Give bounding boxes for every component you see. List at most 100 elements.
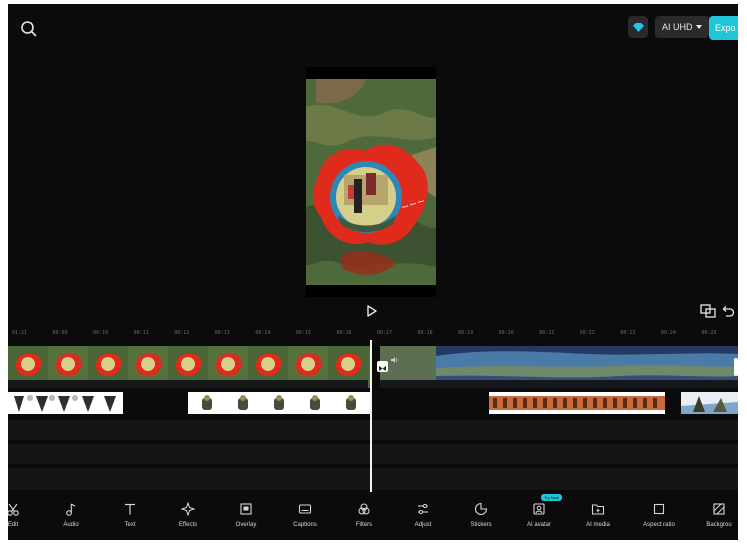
tool-audio[interactable]: Audio	[44, 502, 98, 528]
overlay-clip-thumbnails	[681, 392, 738, 414]
overlay-clip-thumbnails	[489, 392, 665, 414]
tool-filters[interactable]: Filters	[337, 502, 391, 528]
speaker-glyph	[391, 357, 398, 363]
overlay-clip-4[interactable]	[681, 392, 738, 414]
tool-ai-media[interactable]: AI media	[571, 502, 625, 528]
tool-stickers[interactable]: Stickers	[454, 502, 508, 528]
tool-adjust[interactable]: Adjust	[396, 502, 450, 528]
overlay-clip-2[interactable]	[188, 392, 370, 414]
ai-media-icon	[591, 504, 605, 515]
clip-frame-thumbnail	[168, 346, 208, 388]
tool-label: Overlay	[235, 522, 257, 528]
clip-frame-thumbnail	[48, 346, 88, 388]
ruler-tick-label: 00:10	[93, 330, 109, 336]
sparkle-icon	[181, 502, 195, 516]
tool-ai-avatar[interactable]: AI avatar	[512, 502, 566, 528]
ruler-tick-label: 00:12	[174, 330, 190, 336]
ai-avatar-icon	[533, 503, 545, 515]
tool-label: AI media	[586, 522, 610, 528]
tool-overlay[interactable]: Overlay	[219, 502, 273, 528]
captions-icon	[298, 504, 312, 514]
filters-icon	[358, 503, 370, 515]
gem-icon	[632, 22, 644, 32]
video-clip-thumbnails	[8, 346, 370, 388]
transition-glyph	[379, 366, 386, 371]
pip-button[interactable]	[700, 304, 716, 318]
tool-backgrou[interactable]: Backgrou	[692, 502, 738, 528]
ruler-tick-label: 00:24	[660, 330, 676, 336]
clip-frame-thumbnail	[8, 346, 48, 388]
ruler-tick-label: 00:13	[214, 330, 230, 336]
ruler-tick-label: 00:20	[498, 330, 514, 336]
video-preview[interactable]: ~~~	[306, 67, 436, 297]
ruler-tick-label: 00:21	[539, 330, 555, 336]
play-icon	[367, 305, 377, 317]
undo-button[interactable]	[721, 304, 735, 318]
ruler-tick-label: 00:18	[417, 330, 433, 336]
clip-frame-thumbnail	[128, 346, 168, 388]
overlay-clip-1[interactable]	[8, 392, 123, 414]
tool-label: Captions	[293, 522, 317, 528]
editor-app: AI UHD Expo ~~~ 01:21 00:09 00:10 00:11 …	[8, 4, 738, 540]
video-clip-1[interactable]	[8, 346, 370, 388]
tool-effects[interactable]: Effects	[161, 502, 215, 528]
picture-in-picture-icon	[700, 304, 716, 318]
video-clip-thumbnails	[380, 346, 738, 388]
tool-label: Text	[124, 522, 136, 528]
quality-label: AI UHD	[662, 22, 693, 32]
ruler-tick-label: 00:23	[620, 330, 636, 336]
transition-icon[interactable]	[377, 361, 388, 372]
overlay-track	[8, 392, 738, 414]
clip-frame-thumbnail	[88, 346, 128, 388]
empty-track-1[interactable]	[8, 420, 738, 440]
ruler-tick-label: 01:21	[12, 330, 28, 336]
adjust-icon	[418, 503, 428, 515]
overlay-clip-3[interactable]	[489, 392, 665, 414]
tool-label: Backgrou	[706, 522, 732, 528]
ruler-tick-label: 00:17	[377, 330, 393, 336]
tool-label: Stickers	[470, 522, 492, 528]
tool-label: AI avatar	[526, 522, 551, 528]
overlay-clip-thumbnails	[8, 392, 123, 414]
tool-label: Adjust	[414, 522, 432, 528]
ruler-tick-label: 00:25	[701, 330, 717, 336]
preview-frame-image: ~~~	[306, 67, 436, 297]
text-icon	[125, 503, 135, 515]
overlay-icon	[240, 503, 252, 515]
empty-track-2[interactable]	[8, 444, 738, 464]
tool-label: Effects	[178, 522, 198, 528]
overlay-clip-thumbnails	[188, 392, 370, 414]
export-label: Expo	[715, 23, 736, 33]
clip-frame-thumbnail	[288, 346, 328, 388]
tool-label: Audio	[63, 522, 79, 528]
video-clip-2[interactable]	[380, 346, 738, 388]
search-button[interactable]	[18, 18, 40, 40]
clip-frame-thumbnail	[208, 346, 248, 388]
undo-icon	[722, 306, 735, 317]
pro-gem-button[interactable]	[628, 16, 648, 38]
scissors-icon	[8, 503, 19, 516]
ruler-tick-label: 00:11	[133, 330, 149, 336]
export-button[interactable]: Expo	[709, 16, 738, 40]
timeline-ruler[interactable]: 01:21 00:09 00:10 00:11 00:12 00:13 00:14 00:15…	[8, 326, 738, 340]
ruler-tick-label: 00:19	[458, 330, 474, 336]
tool-aspect-ratio[interactable]: Aspect ratio	[632, 502, 686, 528]
play-button[interactable]	[364, 304, 378, 318]
playhead[interactable]	[370, 340, 372, 492]
tool-captions[interactable]: Captions	[278, 502, 332, 528]
tool-edit[interactable]: Edit	[8, 502, 40, 528]
background-icon	[713, 503, 725, 515]
tool-text[interactable]: Text	[103, 502, 157, 528]
clip-trim-handle[interactable]	[734, 358, 738, 376]
chevron-down-icon	[695, 25, 702, 29]
tool-label: Edit	[8, 522, 19, 528]
tool-label: Aspect ratio	[643, 522, 675, 528]
quality-dropdown[interactable]: AI UHD	[655, 16, 709, 38]
empty-track-3[interactable]	[8, 468, 738, 490]
clip-frame-thumbnail	[328, 346, 368, 388]
timeline-tracks[interactable]	[8, 342, 738, 500]
ruler-tick-label: 00:22	[579, 330, 595, 336]
music-note-icon	[66, 503, 76, 516]
search-icon	[21, 21, 37, 37]
sound-icon[interactable]	[391, 351, 399, 363]
